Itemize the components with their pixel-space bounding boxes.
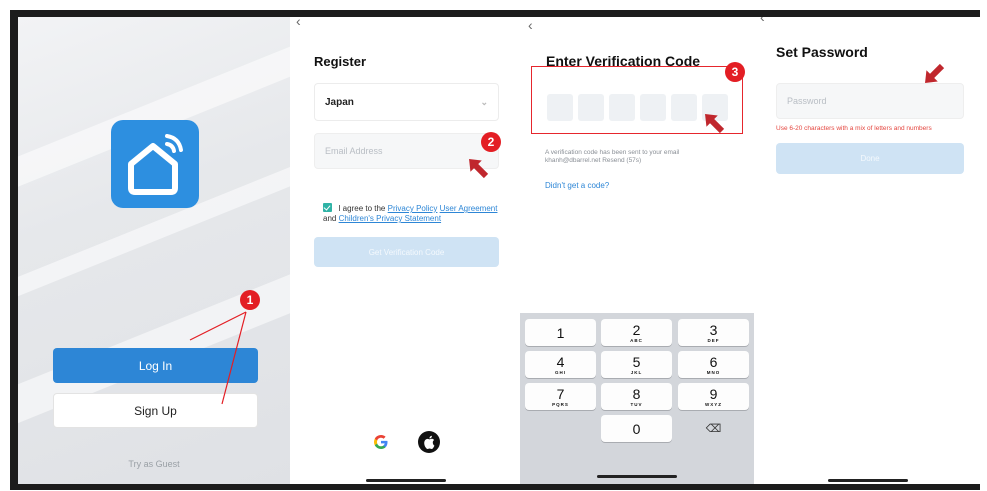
agree-checkbox[interactable]	[323, 203, 332, 212]
code-digit-box[interactable]	[609, 94, 635, 121]
key-number: 5	[632, 354, 641, 370]
apple-icon	[424, 435, 435, 449]
home-indicator	[597, 475, 677, 478]
get-verification-code-button[interactable]: Get Verification Code	[314, 237, 499, 267]
key-number: 7	[556, 386, 565, 402]
country-value: Japan	[325, 96, 354, 108]
bottom-border	[10, 484, 980, 490]
key-4[interactable]: 4 GHI	[525, 351, 596, 378]
country-selector[interactable]: Japan ⌄	[314, 83, 499, 121]
home-wifi-icon	[128, 134, 183, 195]
key-number: 4	[556, 354, 565, 370]
apple-login-button[interactable]	[418, 431, 440, 453]
login-button[interactable]: Log In	[53, 348, 258, 383]
key-number: 1	[556, 325, 565, 341]
home-indicator	[366, 479, 446, 482]
code-digit-box[interactable]	[578, 94, 604, 121]
back-icon[interactable]: ‹	[760, 17, 765, 25]
key-letters: DEF	[707, 338, 720, 343]
didnt-get-code-link[interactable]: Didn't get a code?	[545, 181, 609, 190]
chevron-down-icon: ⌄	[480, 97, 488, 107]
key-number: 0	[632, 421, 641, 437]
google-login-button[interactable]	[370, 431, 392, 453]
step-marker-3: 3	[725, 62, 745, 82]
key-3[interactable]: 3 DEF	[678, 319, 749, 346]
key-5[interactable]: 5 JKL	[601, 351, 672, 378]
and-text: and	[323, 214, 337, 223]
user-agreement-link[interactable]: User Agreement	[440, 204, 498, 213]
back-icon[interactable]: ‹	[528, 17, 533, 33]
privacy-policy-link[interactable]: Privacy Policy	[388, 204, 438, 213]
key-number: 2	[632, 322, 641, 338]
register-screen: ‹ Register Japan ⌄ Email Address I agree…	[290, 17, 520, 484]
step-marker-2: 2	[481, 132, 501, 152]
code-digit-box[interactable]	[671, 94, 697, 121]
backspace-icon: ⌫	[705, 423, 722, 435]
verification-screen: ‹ Enter Verification Code A verification…	[520, 17, 754, 484]
tutorial-collage: Log In Sign Up Try as Guest ‹ Register J…	[0, 0, 987, 491]
password-hint: Use 6-20 characters with a mix of letter…	[776, 125, 932, 132]
page-title: Register	[314, 54, 367, 69]
page-title: Set Password	[776, 44, 868, 60]
google-icon	[374, 435, 388, 449]
key-8[interactable]: 8 TUV	[601, 383, 672, 410]
step-marker-1: 1	[240, 290, 260, 310]
try-as-guest-link[interactable]: Try as Guest	[18, 459, 290, 469]
welcome-screen: Log In Sign Up Try as Guest	[18, 17, 290, 484]
code-digit-box[interactable]	[702, 94, 728, 121]
key-6[interactable]: 6 MNO	[678, 351, 749, 378]
key-letters: PQRS	[552, 402, 569, 407]
numeric-keypad: 1 2 ABC 3 DEF 4 GHI 5 JKL 6 MNO 7 PQRS 8…	[520, 313, 754, 484]
agreement-text: I agree to the Privacy Policy User Agree…	[323, 203, 503, 224]
signup-button[interactable]: Sign Up	[53, 393, 258, 428]
key-number: 9	[709, 386, 718, 402]
code-digit-box[interactable]	[547, 94, 573, 121]
key-0[interactable]: 0	[601, 415, 672, 442]
key-1[interactable]: 1	[525, 319, 596, 346]
key-letters: JKL	[630, 370, 643, 375]
key-letters: WXYZ	[705, 402, 722, 407]
app-logo	[111, 120, 199, 208]
key-number: 6	[709, 354, 718, 370]
key-number: 3	[709, 322, 718, 338]
password-placeholder: Password	[787, 96, 827, 106]
key-letters: MNO	[706, 370, 721, 375]
key-9[interactable]: 9 WXYZ	[678, 383, 749, 410]
code-sent-text: A verification code has been sent to you…	[545, 149, 680, 164]
key-7[interactable]: 7 PQRS	[525, 383, 596, 410]
key-2[interactable]: 2 ABC	[601, 319, 672, 346]
key-number: 8	[632, 386, 641, 402]
agree-prefix: I agree to the	[338, 204, 386, 213]
home-indicator	[828, 479, 908, 482]
top-border	[10, 10, 980, 17]
left-border	[10, 10, 18, 490]
delete-key[interactable]: ⌫	[678, 415, 749, 442]
key-letters: TUV	[630, 402, 643, 407]
childrens-privacy-link[interactable]: Children's Privacy Statement	[339, 214, 441, 223]
code-digit-box[interactable]	[640, 94, 666, 121]
password-field[interactable]: Password	[776, 83, 964, 119]
back-icon[interactable]: ‹	[296, 17, 301, 29]
key-letters: ABC	[630, 338, 643, 343]
email-placeholder: Email Address	[325, 146, 383, 156]
key-letters: GHI	[554, 370, 566, 375]
set-password-screen: ‹ Set Password Password Use 6-20 charact…	[754, 17, 980, 484]
email-field[interactable]: Email Address	[314, 133, 499, 169]
done-button[interactable]: Done	[776, 143, 964, 174]
